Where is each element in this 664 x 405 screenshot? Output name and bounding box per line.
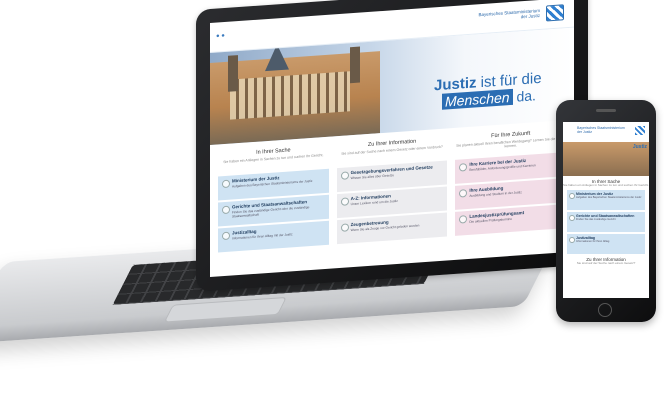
column-in-ihrer-sache: In Ihrer Sache Sie haben ein Anliegen in… xyxy=(218,145,329,255)
laptop-trackpad xyxy=(163,296,288,323)
phone-section-subtitle: Sie haben ein Anliegen in Sachen zu tun … xyxy=(563,183,649,187)
phone-tile-ministerium[interactable]: Ministerium der Justiz Aufgaben des Baye… xyxy=(567,189,645,210)
phone-hero: Justiz xyxy=(563,142,649,176)
laptop-screen: ● ● Bayerisches Staatsministerium der Ju… xyxy=(210,0,574,278)
hero-slogan: Justiz ist für die Menschen da. xyxy=(434,68,564,110)
laptop-lid: ● ● Bayerisches Staatsministerium der Ju… xyxy=(196,0,588,293)
phone-screen: Bayerisches Staatsministerium der Justiz… xyxy=(563,122,649,298)
tile-text: Aufgaben des Bayerischen Staatsministeri… xyxy=(576,195,642,199)
slogan-boxed: Menschen xyxy=(442,88,513,110)
tile-justizalltag[interactable]: Justizalltag Informationen für Ihren All… xyxy=(218,220,329,253)
phone-slogan: Justiz xyxy=(632,144,647,150)
tile-landesjustizpruefungsamt[interactable]: Landesjustizprüfungsamt Die aktuellen Pr… xyxy=(455,204,567,236)
phone-ministry-name: Bayerisches Staatsministerium der Justiz xyxy=(577,126,627,134)
tile-text: Informationen für Ihren Alltag xyxy=(576,239,610,243)
phone-tile-justizalltag[interactable]: Justizalltag Informationen für Ihren All… xyxy=(567,233,645,254)
column-zu-ihrer-information: Zu Ihrer Information Sie sind auf der Su… xyxy=(336,136,448,246)
phone-tile-gerichte[interactable]: Gerichte und Staatsanwaltschaften Finden… xyxy=(567,211,645,232)
column-fuer-ihre-zukunft: Für Ihre Zukunft Sie planen aktuell Ihre… xyxy=(455,128,567,238)
slogan-end: da. xyxy=(512,87,536,105)
tower-left xyxy=(228,55,238,92)
ministry-name: Bayerisches Staatsministerium der Justiz xyxy=(450,8,540,24)
tile-zeugenbetreuung[interactable]: Zeugenbetreuung Wenn Sie als Zeuge vor G… xyxy=(336,212,448,245)
tile-title: Gerichte und Staatsanwaltschaften xyxy=(576,213,635,218)
bavarian-coat-of-arms-icon[interactable] xyxy=(546,4,564,22)
ministry-line-2: der Justiz xyxy=(577,130,592,134)
phone-section-subtitle-2: Sie sind auf der Suche nach einem Gesetz… xyxy=(576,260,636,265)
palace-building-image xyxy=(210,46,380,146)
phone-header: Bayerisches Staatsministerium der Justiz xyxy=(563,122,649,142)
bavarian-coat-of-arms-icon[interactable] xyxy=(635,126,645,135)
phone-speaker xyxy=(596,109,616,112)
device-mockup-stage: ● ● Bayerisches Staatsministerium der Ju… xyxy=(0,0,664,405)
smartphone: Bayerisches Staatsministerium der Justiz… xyxy=(556,100,656,322)
tower-right xyxy=(350,46,360,84)
menu-dots-icon[interactable]: ● ● xyxy=(216,33,225,40)
tile-text: Finden Sie das zuständige Gericht xyxy=(576,217,616,221)
phone-home-button[interactable] xyxy=(598,303,612,317)
